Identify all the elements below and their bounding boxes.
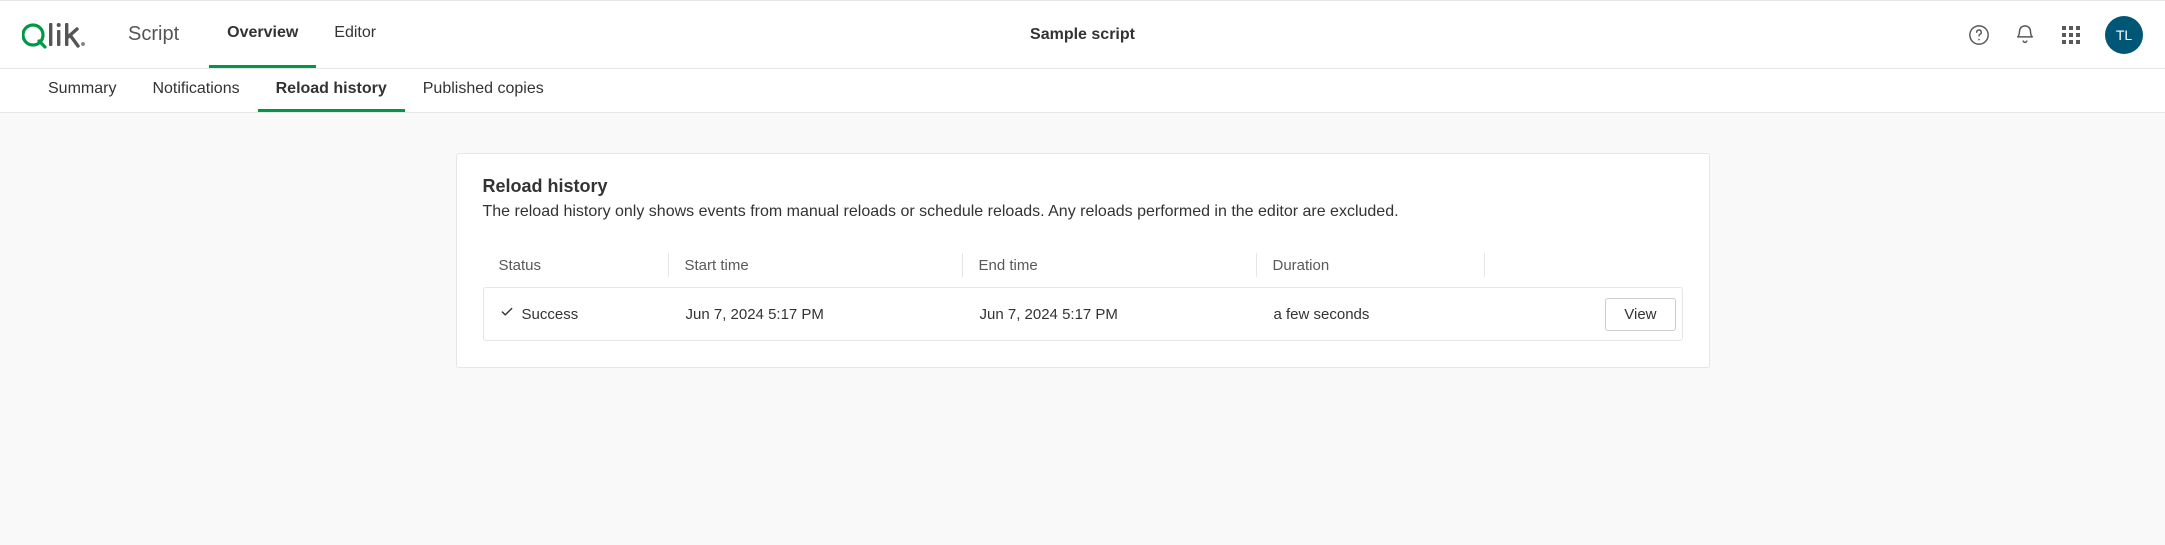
top-tabs: Overview Editor bbox=[209, 1, 394, 68]
top-bar-right: TL bbox=[1967, 1, 2143, 68]
subtab-summary-label: Summary bbox=[48, 80, 116, 98]
page-title: Sample script bbox=[1030, 26, 1135, 44]
help-icon[interactable] bbox=[1967, 23, 1991, 47]
subtab-reload-history[interactable]: Reload history bbox=[258, 69, 405, 112]
card-description: The reload history only shows events fro… bbox=[483, 203, 1683, 221]
subtab-published-copies-label: Published copies bbox=[423, 80, 544, 98]
top-bar: Script Overview Editor Sample script bbox=[0, 0, 2165, 69]
tab-editor-label: Editor bbox=[334, 24, 376, 42]
status-text: Success bbox=[522, 306, 579, 323]
cell-end: Jun 7, 2024 5:17 PM bbox=[964, 306, 1258, 323]
tab-editor[interactable]: Editor bbox=[316, 1, 394, 68]
subtab-notifications[interactable]: Notifications bbox=[134, 69, 257, 112]
subtab-notifications-label: Notifications bbox=[152, 80, 239, 98]
cell-action: View bbox=[1486, 298, 1682, 331]
table-body: Success Jun 7, 2024 5:17 PM Jun 7, 2024 … bbox=[483, 287, 1683, 341]
col-header-duration: Duration bbox=[1257, 253, 1485, 277]
tab-overview[interactable]: Overview bbox=[209, 1, 316, 68]
cell-duration: a few seconds bbox=[1258, 306, 1486, 323]
subtab-summary[interactable]: Summary bbox=[30, 69, 134, 112]
table-row: Success Jun 7, 2024 5:17 PM Jun 7, 2024 … bbox=[484, 288, 1682, 340]
subtab-published-copies[interactable]: Published copies bbox=[405, 69, 562, 112]
bell-icon[interactable] bbox=[2013, 23, 2037, 47]
avatar[interactable]: TL bbox=[2105, 16, 2143, 54]
view-button[interactable]: View bbox=[1605, 298, 1675, 331]
col-header-end: End time bbox=[963, 253, 1257, 277]
check-icon bbox=[500, 305, 514, 323]
tab-overview-label: Overview bbox=[227, 24, 298, 42]
col-header-status: Status bbox=[483, 253, 669, 277]
card-title: Reload history bbox=[483, 176, 1683, 197]
table-header: Status Start time End time Duration bbox=[483, 243, 1683, 287]
cell-start: Jun 7, 2024 5:17 PM bbox=[670, 306, 964, 323]
subtab-reload-history-label: Reload history bbox=[276, 80, 387, 98]
col-header-start: Start time bbox=[669, 253, 963, 277]
avatar-initials: TL bbox=[2116, 27, 2132, 43]
view-button-label: View bbox=[1624, 306, 1656, 323]
cell-status: Success bbox=[484, 305, 670, 323]
qlik-logo[interactable] bbox=[22, 20, 94, 50]
page-body: Reload history The reload history only s… bbox=[0, 113, 2165, 545]
top-bar-left: Script Overview Editor bbox=[22, 1, 394, 68]
app-type-label: Script bbox=[128, 23, 179, 46]
app-launcher-icon[interactable] bbox=[2059, 23, 2083, 47]
reload-history-card: Reload history The reload history only s… bbox=[456, 153, 1710, 368]
sub-nav: Summary Notifications Reload history Pub… bbox=[0, 69, 2165, 113]
